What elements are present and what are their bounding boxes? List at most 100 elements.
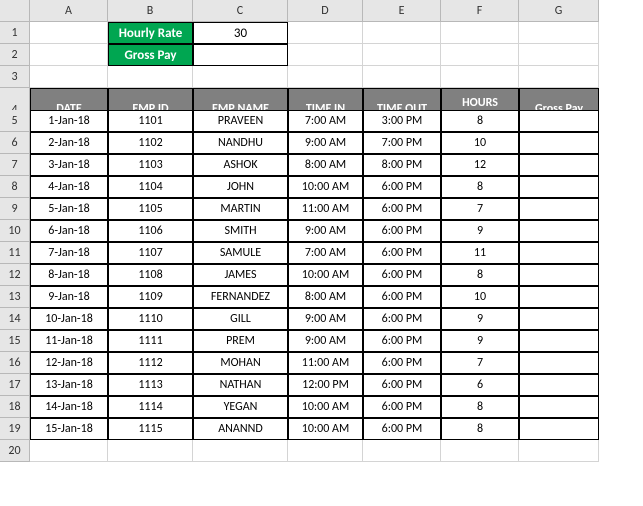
row-header-12[interactable]: 12 (0, 264, 30, 286)
cell-emp_id-row9[interactable]: 1105 (108, 198, 193, 220)
row-header-2[interactable]: 2 (0, 44, 30, 66)
cell-D20[interactable] (288, 440, 363, 462)
row-header-6[interactable]: 6 (0, 132, 30, 154)
cell-hours_worked-row15[interactable]: 9 (441, 330, 519, 352)
row-header-13[interactable]: 13 (0, 286, 30, 308)
cell-time_out-row17[interactable]: 6:00 PM (363, 374, 441, 396)
cell-time_out-row12[interactable]: 6:00 PM (363, 264, 441, 286)
cell-time_in-row19[interactable]: 10:00 AM (288, 418, 363, 440)
cell-time_in-row8[interactable]: 10:00 AM (288, 176, 363, 198)
cell-hours_worked-row13[interactable]: 10 (441, 286, 519, 308)
cell-gross_pay-row6[interactable] (519, 132, 599, 154)
cell-emp_name-row5[interactable]: PRAVEEN (193, 110, 288, 132)
row-header-3[interactable]: 3 (0, 66, 30, 88)
cell-time_out-row8[interactable]: 6:00 PM (363, 176, 441, 198)
row-header-7[interactable]: 7 (0, 154, 30, 176)
cell-date-row15[interactable]: 11-Jan-18 (30, 330, 108, 352)
cell-date-row8[interactable]: 4-Jan-18 (30, 176, 108, 198)
cell-E1[interactable] (363, 22, 441, 44)
cell-time_in-row9[interactable]: 11:00 AM (288, 198, 363, 220)
cell-G20[interactable] (519, 440, 599, 462)
row-header-15[interactable]: 15 (0, 330, 30, 352)
cell-date-row11[interactable]: 7-Jan-18 (30, 242, 108, 264)
spreadsheet-grid[interactable]: ABCDEFG1Hourly Rate302Gross Pay34DATEEMP… (0, 0, 643, 462)
cell-time_out-row19[interactable]: 6:00 PM (363, 418, 441, 440)
cell-emp_name-row12[interactable]: JAMES (193, 264, 288, 286)
cell-time_out-row5[interactable]: 3:00 PM (363, 110, 441, 132)
cell-F1[interactable] (441, 22, 519, 44)
cell-C3[interactable] (193, 66, 288, 88)
cell-D1[interactable] (288, 22, 363, 44)
gross-pay-value[interactable] (193, 44, 288, 66)
row-header-8[interactable]: 8 (0, 176, 30, 198)
column-header-C[interactable]: C (193, 0, 288, 22)
cell-emp_id-row10[interactable]: 1106 (108, 220, 193, 242)
cell-gross_pay-row13[interactable] (519, 286, 599, 308)
cell-date-row10[interactable]: 6-Jan-18 (30, 220, 108, 242)
cell-emp_name-row11[interactable]: SAMULE (193, 242, 288, 264)
cell-hours_worked-row14[interactable]: 9 (441, 308, 519, 330)
cell-time_in-row11[interactable]: 7:00 AM (288, 242, 363, 264)
cell-gross_pay-row14[interactable] (519, 308, 599, 330)
cell-A20[interactable] (30, 440, 108, 462)
column-header-B[interactable]: B (108, 0, 193, 22)
cell-emp_id-row16[interactable]: 1112 (108, 352, 193, 374)
cell-hours_worked-row6[interactable]: 10 (441, 132, 519, 154)
cell-emp_name-row10[interactable]: SMITH (193, 220, 288, 242)
cell-time_in-row10[interactable]: 9:00 AM (288, 220, 363, 242)
cell-emp_name-row19[interactable]: ANANND (193, 418, 288, 440)
cell-time_in-row6[interactable]: 9:00 AM (288, 132, 363, 154)
cell-emp_id-row8[interactable]: 1104 (108, 176, 193, 198)
cell-emp_name-row9[interactable]: MARTIN (193, 198, 288, 220)
cell-emp_id-row19[interactable]: 1115 (108, 418, 193, 440)
column-header-G[interactable]: G (519, 0, 599, 22)
cell-gross_pay-row16[interactable] (519, 352, 599, 374)
column-header-A[interactable]: A (30, 0, 108, 22)
cell-G2[interactable] (519, 44, 599, 66)
cell-time_out-row18[interactable]: 6:00 PM (363, 396, 441, 418)
cell-D3[interactable] (288, 66, 363, 88)
cell-gross_pay-row15[interactable] (519, 330, 599, 352)
cell-A2[interactable] (30, 44, 108, 66)
column-header-E[interactable]: E (363, 0, 441, 22)
cell-date-row14[interactable]: 10-Jan-18 (30, 308, 108, 330)
cell-emp_id-row13[interactable]: 1109 (108, 286, 193, 308)
cell-date-row17[interactable]: 13-Jan-18 (30, 374, 108, 396)
cell-B3[interactable] (108, 66, 193, 88)
cell-E2[interactable] (363, 44, 441, 66)
cell-emp_name-row18[interactable]: YEGAN (193, 396, 288, 418)
cell-hours_worked-row18[interactable]: 8 (441, 396, 519, 418)
cell-emp_id-row14[interactable]: 1110 (108, 308, 193, 330)
cell-gross_pay-row10[interactable] (519, 220, 599, 242)
cell-F2[interactable] (441, 44, 519, 66)
cell-date-row18[interactable]: 14-Jan-18 (30, 396, 108, 418)
cell-emp_id-row12[interactable]: 1108 (108, 264, 193, 286)
row-header-1[interactable]: 1 (0, 22, 30, 44)
cell-G1[interactable] (519, 22, 599, 44)
row-header-16[interactable]: 16 (0, 352, 30, 374)
cell-date-row9[interactable]: 5-Jan-18 (30, 198, 108, 220)
cell-gross_pay-row5[interactable] (519, 110, 599, 132)
cell-emp_name-row13[interactable]: FERNANDEZ (193, 286, 288, 308)
cell-time_in-row13[interactable]: 8:00 AM (288, 286, 363, 308)
cell-hours_worked-row8[interactable]: 8 (441, 176, 519, 198)
cell-C20[interactable] (193, 440, 288, 462)
cell-hours_worked-row7[interactable]: 12 (441, 154, 519, 176)
cell-F3[interactable] (441, 66, 519, 88)
row-header-18[interactable]: 18 (0, 396, 30, 418)
cell-date-row12[interactable]: 8-Jan-18 (30, 264, 108, 286)
cell-hours_worked-row11[interactable]: 11 (441, 242, 519, 264)
cell-hours_worked-row17[interactable]: 6 (441, 374, 519, 396)
cell-time_in-row18[interactable]: 10:00 AM (288, 396, 363, 418)
cell-emp_name-row16[interactable]: MOHAN (193, 352, 288, 374)
cell-A1[interactable] (30, 22, 108, 44)
cell-time_in-row15[interactable]: 9:00 AM (288, 330, 363, 352)
cell-time_in-row12[interactable]: 10:00 AM (288, 264, 363, 286)
cell-time_in-row5[interactable]: 7:00 AM (288, 110, 363, 132)
cell-time_in-row16[interactable]: 11:00 AM (288, 352, 363, 374)
cell-G3[interactable] (519, 66, 599, 88)
cell-gross_pay-row12[interactable] (519, 264, 599, 286)
cell-emp_name-row15[interactable]: PREM (193, 330, 288, 352)
cell-emp_id-row6[interactable]: 1102 (108, 132, 193, 154)
cell-gross_pay-row8[interactable] (519, 176, 599, 198)
